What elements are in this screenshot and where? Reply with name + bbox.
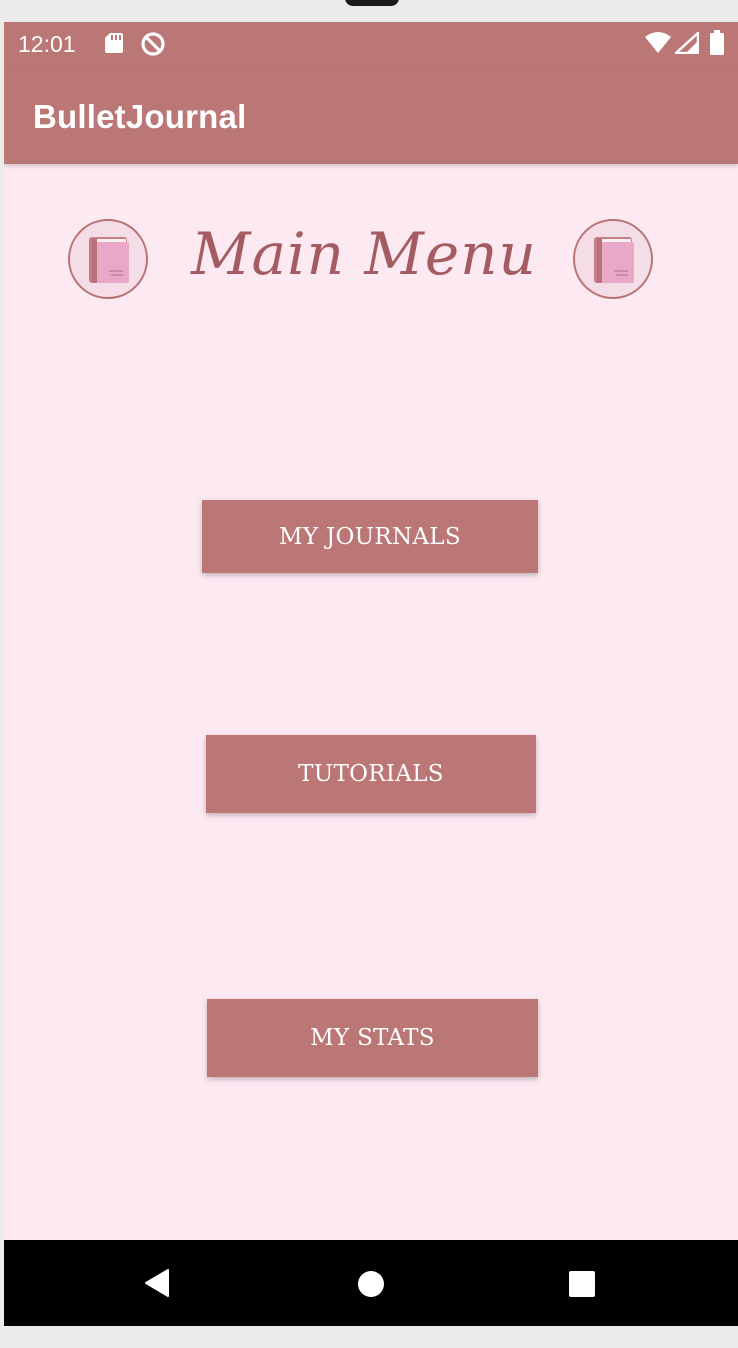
data-saver-icon — [140, 31, 166, 62]
my-stats-button[interactable]: MY STATS — [207, 999, 538, 1077]
app-title: BulletJournal — [33, 98, 247, 135]
status-time: 12:01 — [18, 31, 76, 57]
signal-icon — [672, 30, 700, 59]
book-icon-right — [573, 219, 653, 299]
wifi-icon — [644, 32, 672, 59]
status-bar: 12:01 — [4, 22, 738, 66]
battery-icon — [709, 30, 725, 61]
app-bar: BulletJournal — [4, 66, 738, 164]
sd-card-icon — [104, 32, 124, 59]
phone-screen: 12:01 BulletJournal Main Menu MY JOURNAL… — [4, 22, 738, 1326]
page-title: Main Menu — [191, 220, 537, 288]
my-journals-button[interactable]: MY JOURNALS — [202, 500, 538, 573]
book-icon-left — [68, 219, 148, 299]
navigation-bar — [4, 1240, 738, 1326]
home-icon[interactable] — [357, 1270, 385, 1303]
tutorials-button[interactable]: TUTORIALS — [206, 735, 536, 813]
camera-notch — [345, 0, 399, 6]
back-icon[interactable] — [144, 1269, 170, 1302]
recents-icon[interactable] — [569, 1271, 595, 1302]
